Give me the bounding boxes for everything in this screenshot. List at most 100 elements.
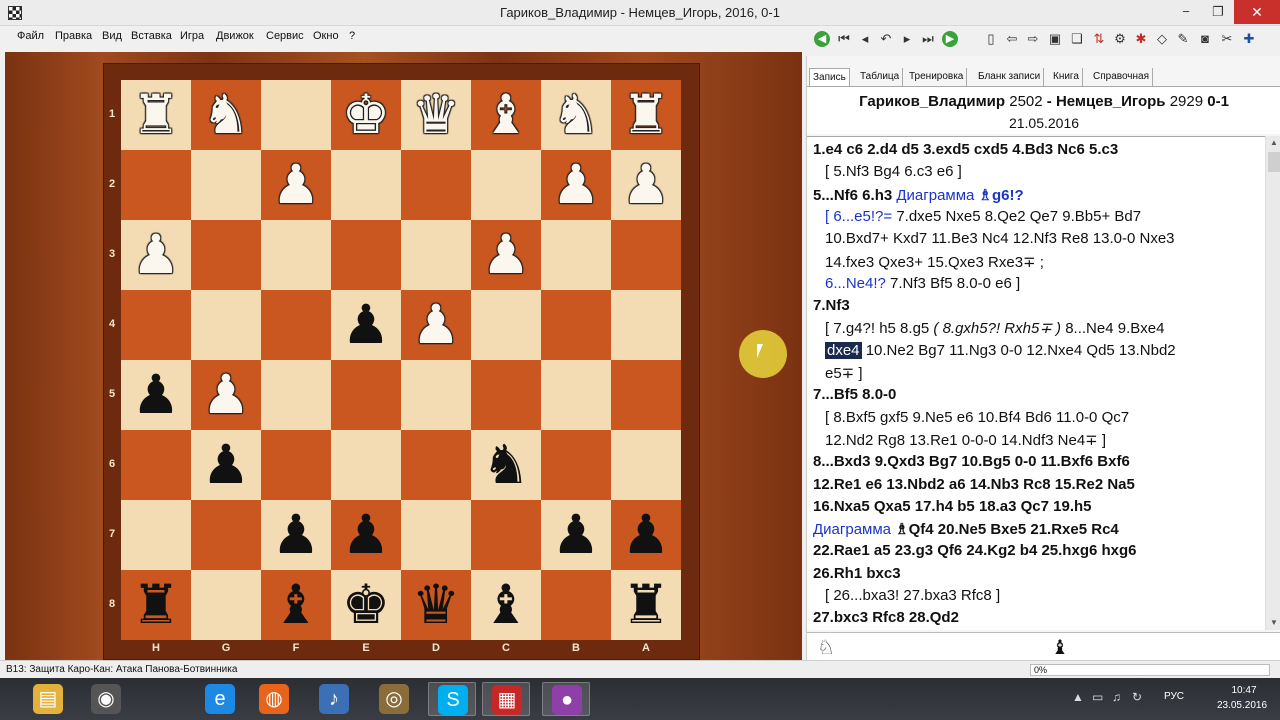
menu-window[interactable]: Окно <box>313 30 339 42</box>
green-back-icon[interactable]: ◀ <box>814 31 830 47</box>
menu-service[interactable]: Сервис <box>266 30 304 42</box>
board-square[interactable] <box>121 150 191 220</box>
move-text[interactable]: 7...Bf5 8.0-0 <box>813 386 896 403</box>
board-square[interactable] <box>611 360 681 430</box>
board-square[interactable] <box>471 360 541 430</box>
save-icon[interactable]: ▣ <box>1046 30 1064 48</box>
chess-piece[interactable]: ♞ <box>191 80 261 150</box>
board-square[interactable] <box>471 290 541 360</box>
move-text[interactable]: 16.Nxa5 Qxa5 17.h4 b5 18.a3 Qc7 19.h5 <box>813 498 1092 515</box>
taskbar-ie[interactable]: e <box>196 682 244 716</box>
board-square[interactable] <box>401 500 471 570</box>
taskbar-media[interactable]: ◉ <box>82 682 130 716</box>
move-text[interactable]: 10.Ne2 Bg7 11.Ng3 0-0 12.Nxe4 Qd5 13.Nbd… <box>862 342 1176 359</box>
last-move-icon[interactable]: ⏭ <box>919 30 937 48</box>
chess-piece[interactable]: ♝ <box>471 80 541 150</box>
taskbar-recorder[interactable]: ● <box>542 682 590 716</box>
board-square[interactable] <box>611 290 681 360</box>
board-square[interactable] <box>331 430 401 500</box>
move-text[interactable]: 7.Nf3 <box>813 297 850 314</box>
board-square[interactable] <box>331 220 401 290</box>
arrow-right-icon[interactable]: ⇨ <box>1024 30 1042 48</box>
chess-piece[interactable]: ♚ <box>331 570 401 640</box>
board-square[interactable] <box>401 150 471 220</box>
board-square[interactable] <box>121 290 191 360</box>
move-text[interactable]: 27.bxc3 Rfc8 28.Qd2 <box>813 609 959 626</box>
tools-icon[interactable]: ✂ <box>1218 30 1236 48</box>
undo-icon[interactable]: ↶ <box>877 30 895 48</box>
tab-book[interactable]: Книга <box>1050 68 1083 86</box>
board-square[interactable] <box>261 290 331 360</box>
board-square[interactable] <box>261 80 331 150</box>
move-text[interactable]: 6...Ne4!? <box>825 275 890 292</box>
board-square[interactable] <box>191 220 261 290</box>
chess-piece[interactable]: ♟ <box>261 500 331 570</box>
move-text[interactable]: ( 8.gxh5?! Rxh5∓ ) <box>933 320 1061 337</box>
chess-piece[interactable]: ♚ <box>331 80 401 150</box>
move-text[interactable]: 7.Nf3 Bf5 8.0-0 e6 ] <box>890 275 1020 292</box>
eraser-icon[interactable]: ◇ <box>1153 30 1171 48</box>
clock-time[interactable]: 10:47 <box>1214 685 1274 696</box>
white-knight-icon[interactable]: ♘ <box>817 635 835 660</box>
move-text[interactable]: 26.Rh1 bxc3 <box>813 565 901 582</box>
move-text[interactable]: 12.Re1 e6 13.Nbd2 a6 14.Nb3 Rc8 15.Re2 N… <box>813 476 1135 493</box>
plus-icon[interactable]: ✚ <box>1240 30 1258 48</box>
chess-piece[interactable]: ♟ <box>261 150 331 220</box>
keyboard-language[interactable]: РУС <box>1164 691 1184 702</box>
board-square[interactable] <box>191 500 261 570</box>
chess-piece[interactable]: ♟ <box>121 360 191 430</box>
menu-view[interactable]: Вид <box>102 30 122 42</box>
board-square[interactable] <box>541 570 611 640</box>
chess-piece[interactable]: ♟ <box>471 220 541 290</box>
board-square[interactable] <box>611 430 681 500</box>
maximize-button[interactable]: ❐ <box>1202 0 1234 24</box>
current-move[interactable]: dxe4 <box>825 341 862 359</box>
board-square[interactable] <box>471 500 541 570</box>
menu-help[interactable]: ? <box>349 30 355 42</box>
board-square[interactable] <box>121 430 191 500</box>
chess-piece[interactable]: ♟ <box>401 290 471 360</box>
move-text[interactable]: 1.e4 c6 2.d4 d5 3.exd5 cxd5 4.Bd3 Nc6 5.… <box>813 141 1118 158</box>
chess-board[interactable]: ♜ ♞ ♚ ♛ ♝ ♞ ♜ ♟ ♟ ♟ ♟ ♟ ♟ ♟ ♟ ♟ ♟ ♞ ♟ ♟ ♟ ♟ ♜ ♝ ♚ ♛ ♝ ♜ <box>121 80 681 640</box>
board-square[interactable] <box>611 220 681 290</box>
new-doc-icon[interactable]: ▯ <box>982 30 1000 48</box>
board-square[interactable] <box>401 430 471 500</box>
board-square[interactable] <box>261 360 331 430</box>
move-text[interactable]: 5...Nf6 6.h3 <box>813 187 896 204</box>
settings-icon[interactable]: ⚙ <box>1111 30 1129 48</box>
move-text[interactable]: Диаграмма <box>896 187 978 204</box>
board-square[interactable] <box>331 360 401 430</box>
board-square[interactable] <box>261 220 331 290</box>
board-square[interactable] <box>191 290 261 360</box>
move-text[interactable]: [ 26...bxa3! 27.bxa3 Rfc8 ] <box>825 587 1000 604</box>
board-square[interactable] <box>541 290 611 360</box>
chess-piece[interactable]: ♛ <box>401 80 471 150</box>
move-text[interactable]: 14.fxe3 Qxe3+ 15.Qxe3 Rxe3∓ ; <box>825 254 1044 271</box>
arrow-left-icon[interactable]: ⇦ <box>1003 30 1021 48</box>
scroll-down-icon[interactable]: ▼ <box>1266 618 1280 627</box>
network-icon[interactable]: ▭ <box>1092 690 1103 704</box>
taskbar-firefox[interactable]: ◍ <box>250 682 298 716</box>
taskbar-skype[interactable]: S <box>428 682 476 716</box>
chess-piece[interactable]: ♞ <box>471 430 541 500</box>
board-square[interactable] <box>401 360 471 430</box>
move-text[interactable]: ♗Qf4 20.Ne5 Bxe5 21.Rxe5 Rc4 <box>895 521 1119 538</box>
next-move-icon[interactable]: ▸ <box>898 30 916 48</box>
board-square[interactable] <box>541 220 611 290</box>
chess-piece[interactable]: ♟ <box>191 430 261 500</box>
board-square[interactable] <box>191 570 261 640</box>
tab-scoresheet[interactable]: Бланк записи <box>975 68 1045 86</box>
chess-piece[interactable]: ♞ <box>541 80 611 150</box>
chess-piece[interactable]: ♟ <box>541 150 611 220</box>
chess-piece[interactable]: ♜ <box>611 570 681 640</box>
chess-piece[interactable]: ♝ <box>261 570 331 640</box>
chess-piece[interactable]: ♛ <box>401 570 471 640</box>
move-text[interactable]: 8...Ne4 9.Bxe4 <box>1061 320 1164 337</box>
chess-piece[interactable]: ♜ <box>121 80 191 150</box>
scroll-thumb[interactable] <box>1268 152 1280 172</box>
chess-piece[interactable]: ♟ <box>331 500 401 570</box>
board-square[interactable] <box>331 150 401 220</box>
pen-icon[interactable]: ✎ <box>1174 30 1192 48</box>
menu-file[interactable]: Файл <box>17 30 44 42</box>
move-text[interactable]: [ 6...e5!?= <box>825 208 896 225</box>
